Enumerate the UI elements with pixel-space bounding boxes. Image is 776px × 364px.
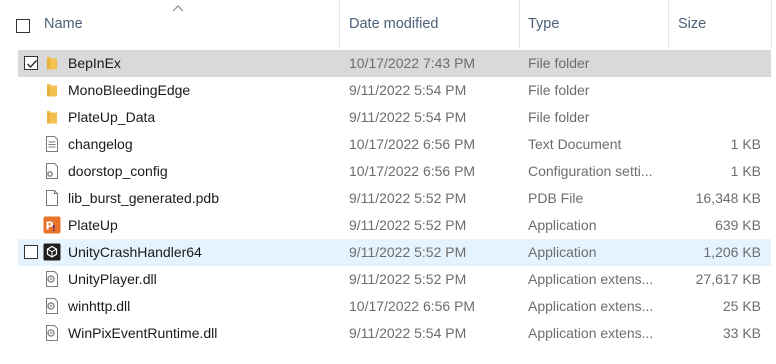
file-row-winpixeventruntime-dll[interactable]: WinPixEventRuntime.dll 9/11/2022 5:54 PM…	[18, 320, 771, 347]
column-header-row: Name Date modified Type Size	[0, 0, 776, 48]
file-type: Application extens...	[528, 271, 654, 287]
row-checkbox[interactable]	[24, 56, 38, 70]
config-file-icon	[46, 163, 58, 179]
blank-file-icon	[46, 190, 58, 206]
file-type: File folder	[528, 55, 590, 71]
folder-icon	[47, 84, 57, 97]
file-row-unityplayer-dll[interactable]: UnityPlayer.dll 9/11/2022 5:52 PM Applic…	[18, 266, 771, 293]
file-size	[676, 104, 761, 131]
file-name: WinPixEventRuntime.dll	[68, 325, 218, 341]
dll-file-icon	[46, 298, 58, 314]
svg-text:!: !	[52, 224, 56, 233]
file-date-modified: 10/17/2022 7:43 PM	[349, 55, 476, 71]
column-header-size-label: Size	[678, 16, 707, 32]
dll-file-icon	[46, 271, 58, 287]
dll-file-icon	[46, 325, 58, 341]
file-type: Configuration setti...	[528, 163, 653, 179]
file-size: 27,617 KB	[695, 271, 761, 287]
file-row-changelog[interactable]: changelog 10/17/2022 6:56 PM Text Docume…	[18, 131, 771, 158]
folder-icon	[47, 57, 57, 70]
file-row-plateup-data[interactable]: PlateUp_Data 9/11/2022 5:54 PM File fold…	[18, 104, 771, 131]
file-row-monobleedingedge[interactable]: MonoBleedingEdge 9/11/2022 5:54 PM File …	[18, 77, 771, 104]
file-type: File folder	[528, 109, 590, 125]
column-divider[interactable]	[771, 0, 772, 48]
file-type: Application extens...	[528, 298, 654, 314]
column-header-name[interactable]: Name	[44, 0, 334, 48]
file-row-doorstop-config[interactable]: doorstop_config 10/17/2022 6:56 PM Confi…	[18, 158, 771, 185]
unity-app-icon	[43, 243, 61, 261]
file-row-lib-burst-generated[interactable]: lib_burst_generated.pdb 9/11/2022 5:52 P…	[18, 185, 771, 212]
file-row-winhttp-dll[interactable]: winhttp.dll 10/17/2022 6:56 PM Applicati…	[18, 293, 771, 320]
checkmark-icon	[27, 60, 37, 68]
plateup-app-icon: P !	[43, 216, 61, 234]
file-explorer-details-view: Name Date modified Type Size BepInEx 10/…	[0, 0, 776, 364]
file-name: PlateUp_Data	[68, 109, 156, 125]
file-name: UnityPlayer.dll	[68, 271, 157, 287]
file-name: lib_burst_generated.pdb	[68, 190, 220, 206]
row-checkbox[interactable]	[24, 245, 38, 259]
file-name: BepInEx	[68, 55, 121, 71]
file-name: doorstop_config	[68, 163, 168, 179]
file-name: UnityCrashHandler64	[68, 244, 202, 260]
file-type: Application extens...	[528, 325, 654, 341]
folder-icon	[47, 111, 57, 124]
file-date-modified: 9/11/2022 5:52 PM	[349, 271, 467, 287]
column-header-name-label: Name	[44, 16, 83, 32]
file-name: winhttp.dll	[68, 298, 131, 314]
file-type: Application	[528, 217, 597, 233]
file-size: 1 KB	[730, 136, 761, 152]
column-header-date-label: Date modified	[349, 16, 439, 32]
file-type: Application	[528, 244, 597, 260]
file-row-plateup[interactable]: P ! PlateUp 9/11/2022 5:52 PM Applicatio…	[18, 212, 771, 239]
file-type: Text Document	[528, 136, 622, 152]
column-divider[interactable]	[339, 0, 340, 48]
file-size: 1 KB	[730, 163, 761, 179]
file-date-modified: 9/11/2022 5:54 PM	[349, 82, 467, 98]
file-name: changelog	[68, 136, 133, 152]
file-row-bepinex[interactable]: BepInEx 10/17/2022 7:43 PM File folder	[18, 50, 771, 77]
file-date-modified: 10/17/2022 6:56 PM	[349, 298, 476, 314]
file-row-unitycrashhandler64[interactable]: UnityCrashHandler64 9/11/2022 5:52 PM Ap…	[18, 239, 771, 266]
column-divider[interactable]	[668, 0, 669, 48]
file-date-modified: 9/11/2022 5:54 PM	[349, 109, 467, 125]
file-date-modified: 10/17/2022 6:56 PM	[349, 163, 476, 179]
file-date-modified: 9/11/2022 5:52 PM	[349, 190, 467, 206]
file-date-modified: 9/11/2022 5:54 PM	[349, 325, 467, 341]
file-date-modified: 10/17/2022 6:56 PM	[349, 136, 476, 152]
file-size: 33 KB	[722, 325, 761, 341]
file-name: MonoBleedingEdge	[68, 82, 191, 98]
file-date-modified: 9/11/2022 5:52 PM	[349, 244, 467, 260]
file-size: 639 KB	[715, 217, 761, 233]
column-header-date-modified[interactable]: Date modified	[349, 0, 519, 48]
file-size: 25 KB	[722, 298, 761, 314]
column-header-type[interactable]: Type	[528, 0, 668, 48]
file-size	[676, 50, 761, 77]
file-type: PDB File	[528, 190, 584, 206]
file-size: 1,206 KB	[703, 244, 761, 260]
column-header-size[interactable]: Size	[678, 0, 768, 48]
file-type: File folder	[528, 82, 590, 98]
text-document-icon	[46, 136, 58, 152]
column-header-type-label: Type	[528, 16, 560, 32]
file-date-modified: 9/11/2022 5:52 PM	[349, 217, 467, 233]
file-size	[676, 77, 761, 104]
file-size: 16,348 KB	[695, 190, 761, 206]
select-all-checkbox[interactable]	[16, 19, 30, 33]
file-name: PlateUp	[68, 217, 118, 233]
column-divider[interactable]	[519, 0, 520, 48]
